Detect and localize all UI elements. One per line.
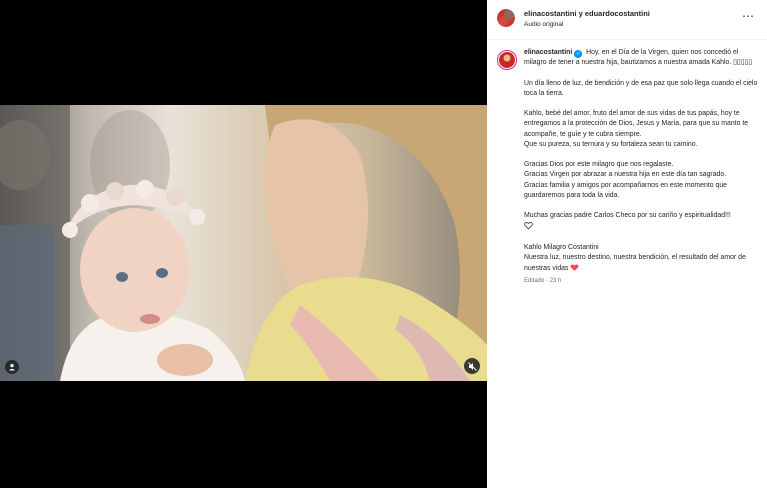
caption-paragraph: Kahlo, bebé del amor, fruto del amor de … [524,109,762,150]
more-options-icon[interactable]: ⋯ [742,10,754,22]
avatar-image [497,9,515,27]
red-heart-icon [570,264,579,272]
caption-username[interactable]: elinacostantini [524,49,572,56]
caption-paragraph: elinacostantini ✓ Hoy, en el Día de la Vi… [524,48,762,68]
verified-badge-icon: ✓ [574,50,583,58]
user-tag-icon [9,364,15,371]
caption-line: Muchas gracias padre Carlos Checo por su… [524,212,731,220]
author-avatar[interactable] [497,50,517,70]
caption-paragraph: Kahlo Milagro Costantini Nuestra luz, nu… [524,243,762,275]
caption-paragraph: Un día lleno de luz, de bendición y de e… [524,79,758,97]
collab-usernames[interactable]: elinacostantini y eduardocostantini [524,9,650,18]
caption-line [524,221,762,232]
caption-text: elinacostantini ✓ Hoy, en el Día de la Vi… [524,48,762,287]
caption-line: Gracias Virgen por abrazar a nuestra hij… [524,171,727,179]
caption-line: Kahlo, bebé del amor, fruto del amor de … [524,110,749,138]
audio-muted-icon [467,361,477,371]
caption-line: Gracias familia y amigos por acompañarno… [524,181,727,199]
avatar-image [499,52,515,68]
caption-emoji: ▯▯▯▯▯ [733,59,753,67]
caption-line: Kahlo Milagro Costantini [524,243,599,251]
caption-paragraph: Muchas gracias padre Carlos Checo por su… [524,211,762,232]
edited-timestamp: Editado · 23 h [524,278,562,285]
collab-avatar[interactable] [497,9,515,27]
post-side-panel: elinacostantini y eduardocostantini Audi… [487,0,767,488]
mute-toggle-button[interactable] [464,358,480,374]
post-video[interactable] [0,105,487,381]
audio-label[interactable]: Audio original [524,21,563,28]
video-frame [0,105,487,381]
post-header: elinacostantini y eduardocostantini Audi… [487,0,767,40]
user-tag-button[interactable] [5,360,19,374]
caption-line: Que su pureza, su ternura y su fortaleza… [524,140,698,148]
heart-outline-icon [524,222,533,230]
caption-paragraph: Gracias Dios por este milagro que nos re… [524,160,762,201]
caption-line: Nuestra luz, nuestro destino, nuestra be… [524,253,746,273]
media-pane [0,0,487,488]
caption-line: Gracias Dios por este milagro que nos re… [524,161,674,169]
